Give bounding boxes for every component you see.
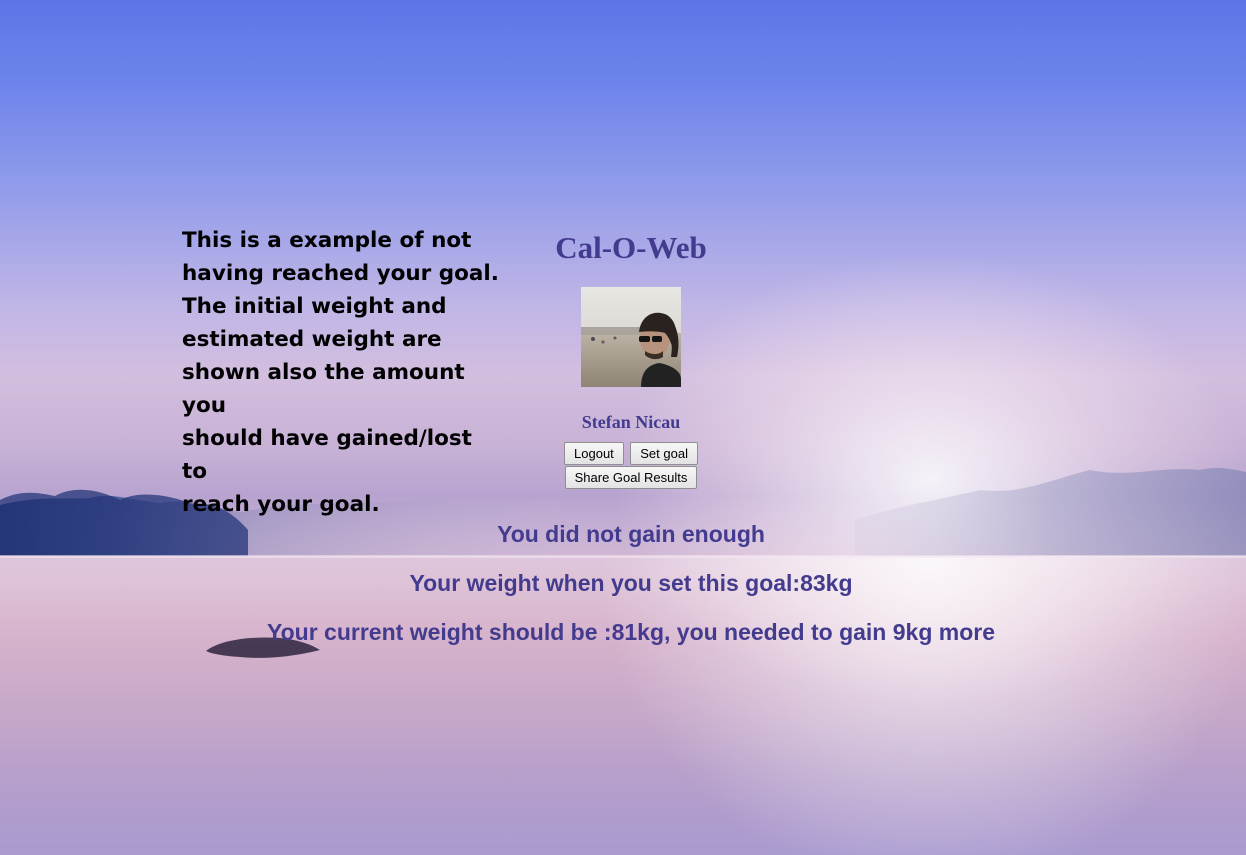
avatar — [581, 287, 681, 387]
initial-weight: Your weight when you set this goal:83kg — [409, 570, 853, 596]
share-goal-results-button[interactable]: Share Goal Results — [564, 466, 698, 489]
action-buttons: Logout Set goal — [0, 442, 1246, 466]
logout-button[interactable]: Logout — [564, 442, 624, 465]
share-row: Share Goal Results — [0, 466, 1246, 490]
goal-status: You did not gain enough — [497, 521, 765, 547]
set-goal-button[interactable]: Set goal — [630, 442, 698, 465]
app-title: Cal-O-Web — [555, 230, 707, 265]
current-weight: Your current weight should be :81kg, you… — [266, 619, 995, 645]
user-name: Stefan Nicau — [581, 412, 681, 432]
profile-panel: Cal-O-Web Stefan Nicau Logout Set goal S… — [0, 228, 1246, 490]
description-line: reach your goal. — [182, 492, 380, 517]
